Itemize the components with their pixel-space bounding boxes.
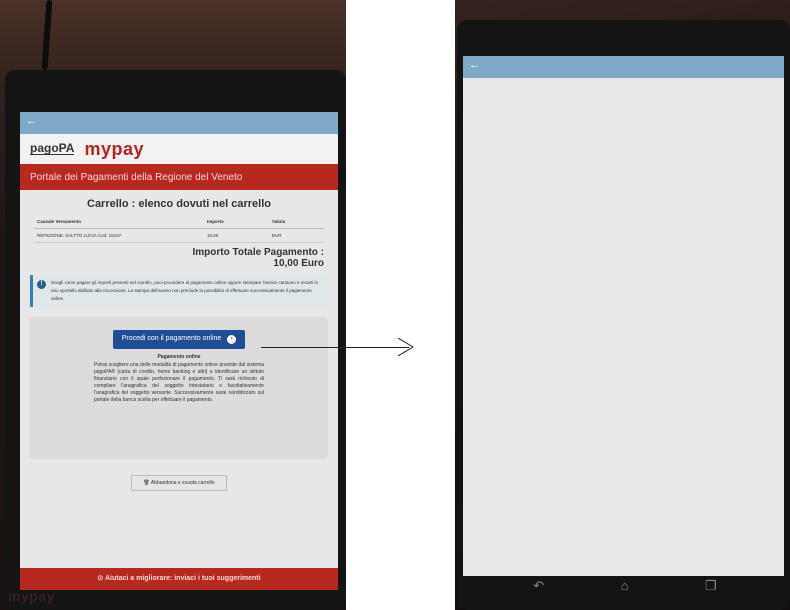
photo-logo-prefix: my xyxy=(8,588,30,604)
tablet-screen-blank: ← xyxy=(463,56,784,576)
trash-icon: 🗑 xyxy=(143,480,150,486)
left-tablet-photo: ← pagoPA mypay Portale dei Pagamenti del… xyxy=(0,0,346,610)
app-top-bar: ← xyxy=(20,112,338,134)
abandon-button-label: Abbandona e svuota carrello xyxy=(150,480,215,486)
info-text: Scegli come pagare gli importi presenti … xyxy=(51,280,319,301)
right-tablet-photo: ← ↶ ⌂ ❐ xyxy=(455,0,790,610)
recent-apps-icon[interactable]: ❐ xyxy=(705,578,717,598)
photo-mypay-logo: mypay xyxy=(8,588,55,604)
mypay-logo: mypay xyxy=(84,138,144,159)
back-nav-icon[interactable]: ↶ xyxy=(533,578,544,598)
online-payment-description: Potrai scegliere una delle modalità di p… xyxy=(94,362,264,403)
pagopa-logo: pagoPA xyxy=(30,141,75,155)
table-cell: REFEZIONE: SALTTO LUCIA Cod: 15107 xyxy=(34,228,204,243)
back-arrow-icon[interactable]: ← xyxy=(469,59,480,71)
table-cell: EUR xyxy=(268,228,324,243)
pay-button-label: Procedi con il pagamento online xyxy=(121,335,222,342)
feedback-text: Aiutaci a migliorare: inviaci i tuoi sug… xyxy=(104,575,261,582)
info-icon: ! xyxy=(37,280,46,289)
total-value: 10,00 Euro xyxy=(273,258,324,269)
table-row: REFEZIONE: SALTTO LUCIA Cod: 15107 10,00… xyxy=(34,228,324,243)
column-header: Valuta xyxy=(268,215,324,229)
chevron-right-icon: › xyxy=(227,335,237,344)
photo-logo-suffix: pay xyxy=(29,588,55,604)
proceed-online-payment-button[interactable]: Procedi con il pagamento online › xyxy=(112,330,246,349)
total-label: Importo Totale Pagamento : xyxy=(192,247,325,258)
logo-row: pagoPA mypay xyxy=(20,134,338,164)
portal-title: Portale dei Pagamenti della Regione del … xyxy=(30,172,243,183)
android-nav-bar: ↶ ⌂ ❐ xyxy=(495,578,755,598)
check-circle-icon: ⊙ xyxy=(97,575,104,582)
column-header: Importo xyxy=(204,215,269,229)
home-nav-icon[interactable]: ⌂ xyxy=(621,578,629,598)
abandon-cart-button[interactable]: 🗑 Abbandona e svuota carrello xyxy=(131,475,227,491)
feedback-bar[interactable]: ⊙ Aiutaci a migliorare: inviaci i tuoi s… xyxy=(20,568,338,590)
info-box: ! Scegli come pagare gli importi present… xyxy=(30,275,328,307)
transition-arrow-line xyxy=(261,347,409,348)
online-payment-title: Pagamento online xyxy=(157,354,201,360)
table-cell: 10,00 xyxy=(204,228,269,243)
app-top-bar: ← xyxy=(463,56,784,78)
table-header-row: Causale Versamento Importo Valuta xyxy=(34,215,324,229)
cart-table: Causale Versamento Importo Valuta REFEZI… xyxy=(34,215,324,243)
portal-header: Portale dei Pagamenti della Regione del … xyxy=(20,164,338,190)
column-header: Causale Versamento xyxy=(34,215,204,229)
arrow-right-icon xyxy=(398,338,414,356)
cart-title: Carrello : elenco dovuti nel carrello xyxy=(87,198,271,210)
back-arrow-icon[interactable]: ← xyxy=(26,115,37,127)
payment-panel: Procedi con il pagamento online › Pagame… xyxy=(30,317,328,459)
tablet-screen: ← pagoPA mypay Portale dei Pagamenti del… xyxy=(20,112,338,590)
